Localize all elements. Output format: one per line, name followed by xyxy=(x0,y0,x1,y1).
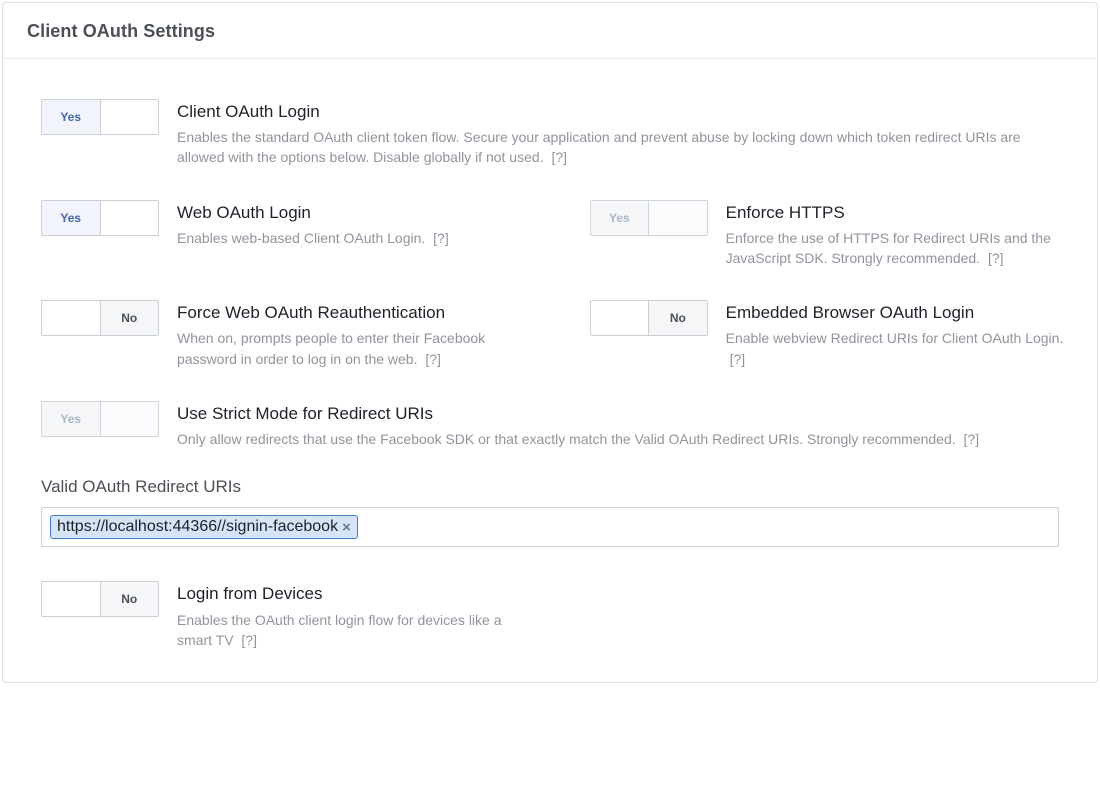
title-embedded-browser: Embedded Browser OAuth Login xyxy=(726,302,1079,324)
remove-token-icon[interactable]: × xyxy=(342,520,351,535)
toggle-embedded-browser[interactable]: No xyxy=(590,300,708,336)
row-web-and-https: Yes Web OAuth Login Enables web-based Cl… xyxy=(41,200,1059,269)
title-enforce-https: Enforce HTTPS xyxy=(726,202,1079,224)
card-header: Client OAuth Settings xyxy=(3,3,1097,59)
toggle-empty xyxy=(591,301,650,335)
toggle-client-oauth-login[interactable]: Yes xyxy=(41,99,159,135)
toggle-no-label: No xyxy=(649,301,707,335)
help-icon[interactable]: [?] xyxy=(551,149,567,165)
card-body: Yes Client OAuth Login Enables the stand… xyxy=(3,59,1097,682)
desc-web-oauth-login: Enables web-based Client OAuth Login. [?… xyxy=(177,228,530,248)
row-reauth-and-embedded: No Force Web OAuth Reauthentication When… xyxy=(41,300,1059,369)
toggle-empty xyxy=(101,402,159,436)
toggle-yes-label: Yes xyxy=(42,100,101,134)
desc-embedded-browser: Enable webview Redirect URIs for Client … xyxy=(726,328,1079,369)
row-login-devices: No Login from Devices Enables the OAuth … xyxy=(41,581,1059,650)
label-redirect-uris: Valid OAuth Redirect URIs xyxy=(41,477,1059,497)
title-force-reauth: Force Web OAuth Reauthentication xyxy=(177,302,530,324)
help-icon[interactable]: [?] xyxy=(988,250,1004,266)
desc-strict-mode: Only allow redirects that use the Facebo… xyxy=(177,429,1059,449)
desc-force-reauth: When on, prompts people to enter their F… xyxy=(177,328,530,369)
toggle-login-devices[interactable]: No xyxy=(41,581,159,617)
toggle-web-oauth-login[interactable]: Yes xyxy=(41,200,159,236)
row-client-oauth-login: Yes Client OAuth Login Enables the stand… xyxy=(41,99,1059,168)
help-icon[interactable]: [?] xyxy=(964,431,980,447)
toggle-strict-mode: Yes xyxy=(41,401,159,437)
row-strict-mode: Yes Use Strict Mode for Redirect URIs On… xyxy=(41,401,1059,449)
title-login-devices: Login from Devices xyxy=(177,583,509,605)
toggle-yes-label: Yes xyxy=(591,201,650,235)
oauth-settings-card: Client OAuth Settings Yes Client OAuth L… xyxy=(2,2,1098,683)
desc-client-oauth-login: Enables the standard OAuth client token … xyxy=(177,127,1059,168)
toggle-empty xyxy=(42,582,101,616)
toggle-yes-label: Yes xyxy=(42,402,101,436)
uri-token[interactable]: https://localhost:44366//signin-facebook… xyxy=(50,515,358,539)
toggle-empty xyxy=(42,301,101,335)
toggle-enforce-https: Yes xyxy=(590,200,708,236)
redirect-uris-input-box[interactable]: https://localhost:44366//signin-facebook… xyxy=(41,507,1059,547)
help-icon[interactable]: [?] xyxy=(433,230,449,246)
toggle-empty xyxy=(101,201,159,235)
title-strict-mode: Use Strict Mode for Redirect URIs xyxy=(177,403,1059,425)
uri-token-text: https://localhost:44366//signin-facebook xyxy=(57,518,338,536)
toggle-no-label: No xyxy=(101,582,159,616)
toggle-no-label: No xyxy=(101,301,159,335)
desc-login-devices: Enables the OAuth client login flow for … xyxy=(177,610,509,651)
title-web-oauth-login: Web OAuth Login xyxy=(177,202,530,224)
toggle-empty xyxy=(649,201,707,235)
toggle-force-reauth[interactable]: No xyxy=(41,300,159,336)
toggle-empty xyxy=(101,100,159,134)
redirect-uri-text-input[interactable] xyxy=(358,517,1050,537)
card-title: Client OAuth Settings xyxy=(27,21,1073,42)
desc-enforce-https: Enforce the use of HTTPS for Redirect UR… xyxy=(726,228,1079,269)
help-icon[interactable]: [?] xyxy=(425,351,441,367)
help-icon[interactable]: [?] xyxy=(241,632,257,648)
title-client-oauth-login: Client OAuth Login xyxy=(177,101,1059,123)
toggle-yes-label: Yes xyxy=(42,201,101,235)
help-icon[interactable]: [?] xyxy=(730,351,746,367)
